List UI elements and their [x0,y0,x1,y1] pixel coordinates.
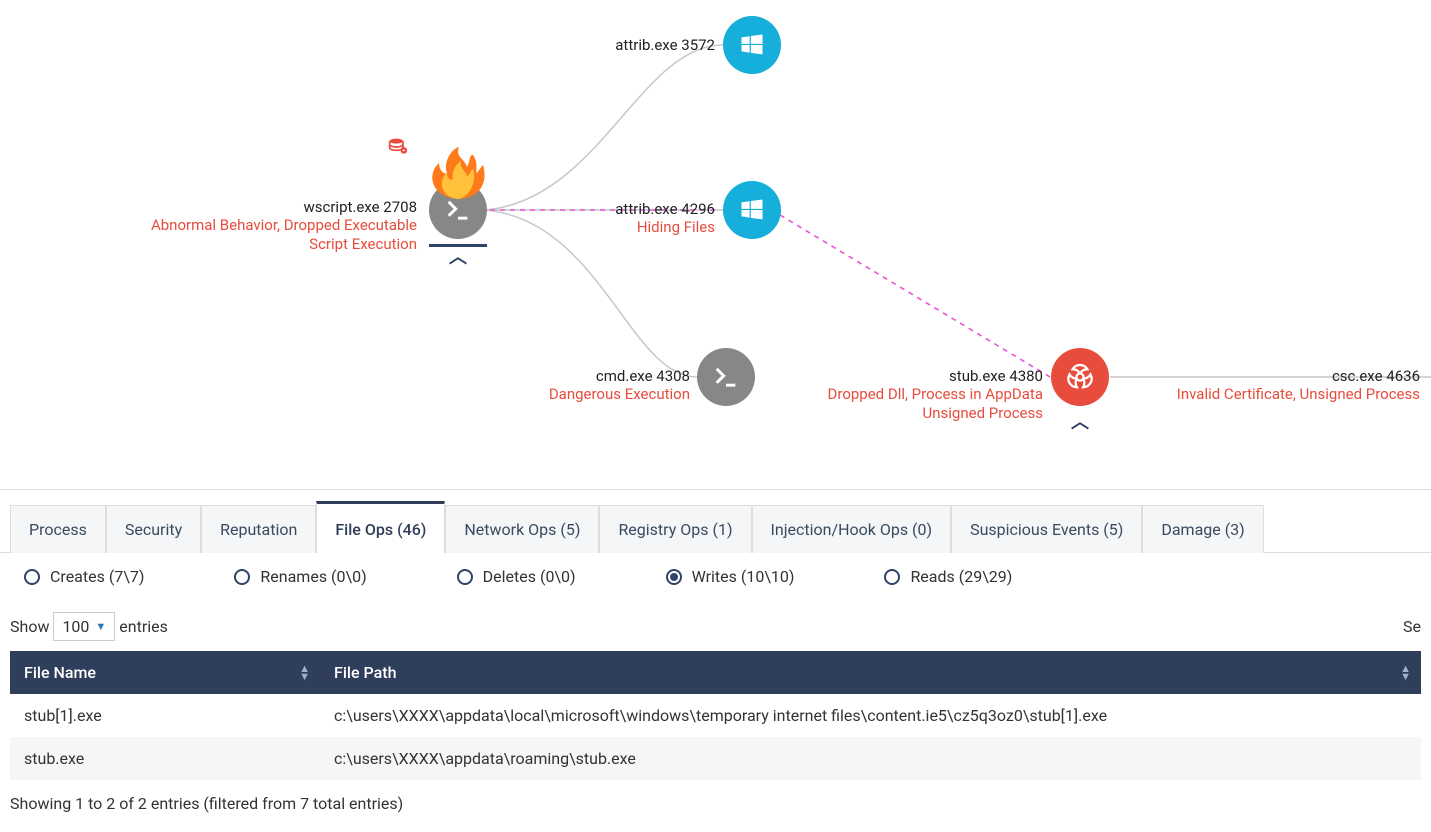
tab-registry-ops-1[interactable]: Registry Ops (1) [599,505,751,553]
node-label-attrib-3572: attrib.exe 3572 [565,36,715,54]
filter-writes[interactable]: Writes (10\10) [666,567,795,586]
node-wscript[interactable]: ︿ [429,181,487,239]
flame-icon [425,145,491,199]
cell-file-path: c:\users\XXXX\appdata\roaming\stub.exe [320,737,1421,780]
table-row[interactable]: stub[1].exec:\users\XXXX\appdata\local\m… [10,694,1421,737]
tab-process[interactable]: Process [10,505,106,553]
caret-down-icon: ▼ [95,620,106,633]
table-controls: Show 100 ▼ entries Se [0,592,1431,651]
tab-file-ops-46[interactable]: File Ops (46) [316,501,445,553]
tab-damage-3[interactable]: Damage (3) [1142,505,1263,553]
filter-label: Deletes (0\0) [483,567,576,586]
tab-security[interactable]: Security [106,505,201,553]
node-cmd[interactable] [697,348,755,406]
filter-renames[interactable]: Renames (0\0) [234,567,366,586]
terminal-icon [429,181,487,239]
filter-creates[interactable]: Creates (7\7) [24,567,144,586]
biohazard-icon [1051,348,1109,406]
filter-reads[interactable]: Reads (29\29) [884,567,1012,586]
radio-icon [884,569,900,585]
node-label-stub: stub.exe 4380 Dropped Dll, Process in Ap… [785,367,1043,423]
terminal-icon [697,348,755,406]
node-label-cmd: cmd.exe 4308 Dangerous Execution [510,367,690,404]
collapse-chevron-icon[interactable]: ︿ [1071,408,1089,434]
sort-icon: ▲▼ [299,665,310,681]
radio-icon [666,569,682,585]
filter-label: Renames (0\0) [260,567,366,586]
file-ops-table: File Name ▲▼ File Path ▲▼ stub[1].exec:\… [10,651,1421,780]
filter-label: Writes (10\10) [692,567,795,586]
node-attrib-3572[interactable] [723,16,781,74]
database-icon [387,137,409,157]
tab-reputation[interactable]: Reputation [201,505,316,553]
column-file-path[interactable]: File Path ▲▼ [320,651,1421,694]
filter-label: Creates (7\7) [50,567,144,586]
table-footer-info: Showing 1 to 2 of 2 entries (filtered fr… [0,780,1431,827]
node-stub[interactable]: ︿ [1051,348,1109,406]
search-label: Se [1403,617,1421,636]
windows-icon [723,181,781,239]
node-label-csc: csc.exe 4636 Invalid Certificate, Unsign… [1140,367,1420,404]
radio-icon [24,569,40,585]
windows-icon [723,16,781,74]
process-tree: ︿ wscript.exe 2708 Abnormal Behavior, Dr… [0,0,1431,490]
column-file-name[interactable]: File Name ▲▼ [10,651,320,694]
node-label-wscript: wscript.exe 2708 Abnormal Behavior, Drop… [112,198,417,254]
tab-injection-hook-ops-0[interactable]: Injection/Hook Ops (0) [752,505,952,553]
sort-icon: ▲▼ [1400,665,1411,681]
filter-label: Reads (29\29) [910,567,1012,586]
cell-file-name: stub.exe [10,737,320,780]
node-label-attrib-4296: attrib.exe 4296 Hiding Files [555,200,715,237]
show-entries: Show 100 ▼ entries [10,612,168,641]
filter-deletes[interactable]: Deletes (0\0) [457,567,576,586]
cell-file-name: stub[1].exe [10,694,320,737]
detail-tabs: ProcessSecurityReputationFile Ops (46)Ne… [0,490,1431,553]
page-size-select[interactable]: 100 ▼ [53,612,115,641]
collapse-chevron-icon[interactable]: ︿ [449,243,467,269]
radio-icon [457,569,473,585]
radio-icon [234,569,250,585]
tab-network-ops-5[interactable]: Network Ops (5) [445,505,599,553]
filter-radio-row: Creates (7\7) Renames (0\0) Deletes (0\0) W… [0,553,1431,592]
tab-suspicious-events-5[interactable]: Suspicious Events (5) [951,505,1142,553]
cell-file-path: c:\users\XXXX\appdata\local\microsoft\wi… [320,694,1421,737]
node-attrib-4296[interactable] [723,181,781,239]
table-row[interactable]: stub.exec:\users\XXXX\appdata\roaming\st… [10,737,1421,780]
